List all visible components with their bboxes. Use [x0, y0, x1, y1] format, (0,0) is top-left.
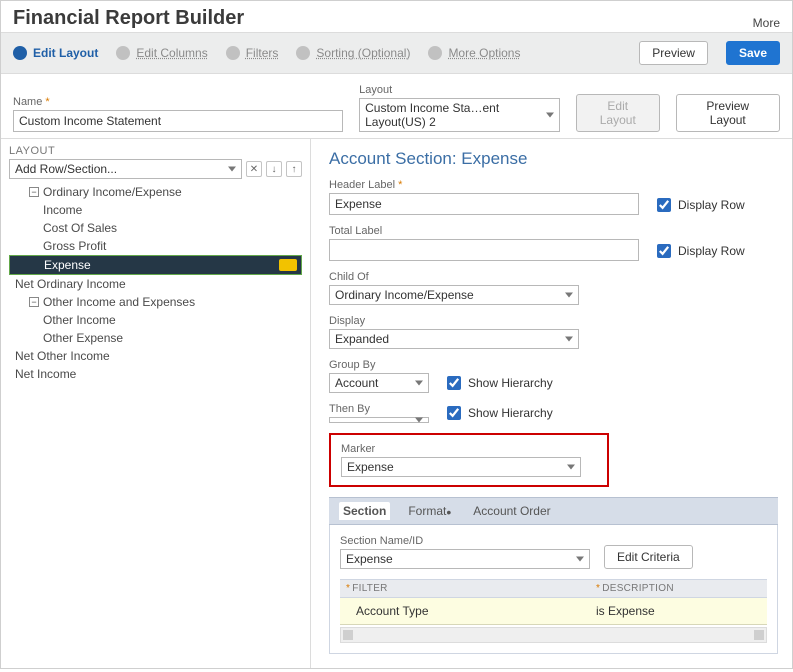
- then-by-label: Then By: [329, 403, 429, 415]
- display-label: Display: [329, 315, 579, 327]
- marker-highlight: Marker Expense: [329, 433, 609, 487]
- show-hierarchy-checkbox-1[interactable]: Show Hierarchy: [443, 373, 553, 393]
- tree-item[interactable]: Net Other Income: [9, 347, 302, 365]
- step-label: Sorting (Optional): [316, 46, 410, 60]
- marker-label: Marker: [341, 443, 597, 455]
- step-dot-icon: [226, 46, 240, 60]
- layout-panel: LAYOUT Add Row/Section... ✕ ↓ ↑ −Ordinar…: [1, 139, 311, 668]
- child-of-select[interactable]: Ordinary Income/Expense: [329, 285, 579, 305]
- move-up-icon[interactable]: ↑: [286, 161, 302, 177]
- show-hierarchy-checkbox-2[interactable]: Show Hierarchy: [443, 403, 553, 423]
- tree-item[interactable]: Gross Profit: [9, 237, 302, 255]
- layout-label: Layout: [359, 84, 560, 96]
- tree-item-label: Gross Profit: [43, 239, 106, 253]
- tree-item-label: Income: [43, 203, 82, 217]
- subtab-account-order[interactable]: Account Order: [469, 502, 554, 520]
- child-of-label: Child Of: [329, 271, 579, 283]
- criteria-grid-header: *Filter *Description: [340, 579, 767, 598]
- subtab-format[interactable]: Format•: [404, 502, 455, 520]
- tree-item-label: Net Income: [15, 367, 76, 381]
- checkbox-icon[interactable]: [657, 244, 671, 258]
- step-dot-icon: [428, 46, 442, 60]
- step-dot-icon: [13, 46, 27, 60]
- step-dot-icon: [296, 46, 310, 60]
- step-label: Filters: [246, 46, 279, 60]
- name-label: Name: [13, 96, 343, 108]
- edit-layout-button: Edit Layout: [576, 94, 659, 132]
- tree-item-label: Expense: [44, 258, 91, 272]
- move-down-icon[interactable]: ↓: [266, 161, 282, 177]
- display-row-label: Display Row: [678, 198, 745, 212]
- group-by-label: Group By: [329, 359, 429, 371]
- total-label-label: Total Label: [329, 225, 639, 237]
- tree-item[interactable]: −Other Income and Expenses: [9, 293, 302, 311]
- tree-item-label: Other Income and Expenses: [43, 295, 195, 309]
- criteria-desc-cell: is Expense: [596, 604, 761, 618]
- step-label: Edit Columns: [136, 46, 207, 60]
- edit-criteria-button[interactable]: Edit Criteria: [604, 545, 693, 569]
- tree-item[interactable]: Cost Of Sales: [9, 219, 302, 237]
- total-label-input[interactable]: [329, 239, 639, 261]
- step-sorting[interactable]: Sorting (Optional): [296, 46, 410, 60]
- header-label-label: Header Label: [329, 179, 639, 191]
- tree-item-label: Net Other Income: [15, 349, 110, 363]
- section-title: Account Section: Expense: [329, 149, 778, 169]
- step-more-options[interactable]: More Options: [428, 46, 520, 60]
- collapse-icon[interactable]: −: [29, 297, 39, 307]
- criteria-filter-cell: Account Type: [346, 604, 596, 618]
- header-label-input[interactable]: [329, 193, 639, 215]
- checkbox-icon[interactable]: [447, 406, 461, 420]
- section-name-label: Section Name/ID: [340, 535, 590, 547]
- show-hierarchy-label: Show Hierarchy: [468, 376, 553, 390]
- delete-icon[interactable]: ✕: [246, 161, 262, 177]
- tree-item[interactable]: Income: [9, 201, 302, 219]
- layout-select[interactable]: Custom Income Sta…ent Layout(US) 2: [359, 98, 560, 132]
- group-by-select[interactable]: Account: [329, 373, 429, 393]
- layout-panel-title: LAYOUT: [9, 145, 302, 157]
- step-bar: Edit Layout Edit Columns Filters Sorting…: [1, 32, 792, 74]
- save-button[interactable]: Save: [726, 41, 780, 65]
- add-row-select[interactable]: Add Row/Section...: [9, 159, 242, 179]
- tree-item[interactable]: Expense: [9, 255, 302, 275]
- display-row-checkbox-2[interactable]: Display Row: [653, 241, 745, 261]
- tree-item-label: Net Ordinary Income: [15, 277, 126, 291]
- tree-item[interactable]: Net Income: [9, 365, 302, 383]
- display-row-checkbox-1[interactable]: Display Row: [653, 195, 745, 215]
- criteria-row[interactable]: Account Type is Expense: [340, 598, 767, 625]
- tree-item[interactable]: Net Ordinary Income: [9, 275, 302, 293]
- checkbox-icon[interactable]: [447, 376, 461, 390]
- section-name-select[interactable]: Expense: [340, 549, 590, 569]
- collapse-icon[interactable]: −: [29, 187, 39, 197]
- tree-item[interactable]: −Ordinary Income/Expense: [9, 183, 302, 201]
- display-select[interactable]: Expanded: [329, 329, 579, 349]
- step-dot-icon: [116, 46, 130, 60]
- marker-select[interactable]: Expense: [341, 457, 581, 477]
- page-title: Financial Report Builder: [13, 7, 244, 30]
- checkbox-icon[interactable]: [657, 198, 671, 212]
- name-input[interactable]: [13, 110, 343, 132]
- more-link[interactable]: More: [753, 16, 780, 30]
- tree-item[interactable]: Other Expense: [9, 329, 302, 347]
- display-row-label: Display Row: [678, 244, 745, 258]
- tree-item-label: Other Expense: [43, 331, 123, 345]
- step-edit-columns[interactable]: Edit Columns: [116, 46, 207, 60]
- subtab-bar: Section Format• Account Order: [329, 497, 778, 525]
- show-hierarchy-label: Show Hierarchy: [468, 406, 553, 420]
- horizontal-scrollbar[interactable]: [340, 627, 767, 643]
- step-label: More Options: [448, 46, 520, 60]
- preview-layout-button[interactable]: Preview Layout: [676, 94, 781, 132]
- step-filters[interactable]: Filters: [226, 46, 279, 60]
- step-label: Edit Layout: [33, 46, 98, 60]
- preview-button[interactable]: Preview: [639, 41, 708, 65]
- subtab-section[interactable]: Section: [339, 502, 390, 520]
- then-by-select[interactable]: [329, 417, 429, 423]
- tree-item[interactable]: Other Income: [9, 311, 302, 329]
- tree-item-label: Ordinary Income/Expense: [43, 185, 182, 199]
- step-edit-layout[interactable]: Edit Layout: [13, 46, 98, 60]
- tree-item-label: Cost Of Sales: [43, 221, 117, 235]
- tree-item-label: Other Income: [43, 313, 116, 327]
- edit-indicator-icon: [279, 259, 297, 271]
